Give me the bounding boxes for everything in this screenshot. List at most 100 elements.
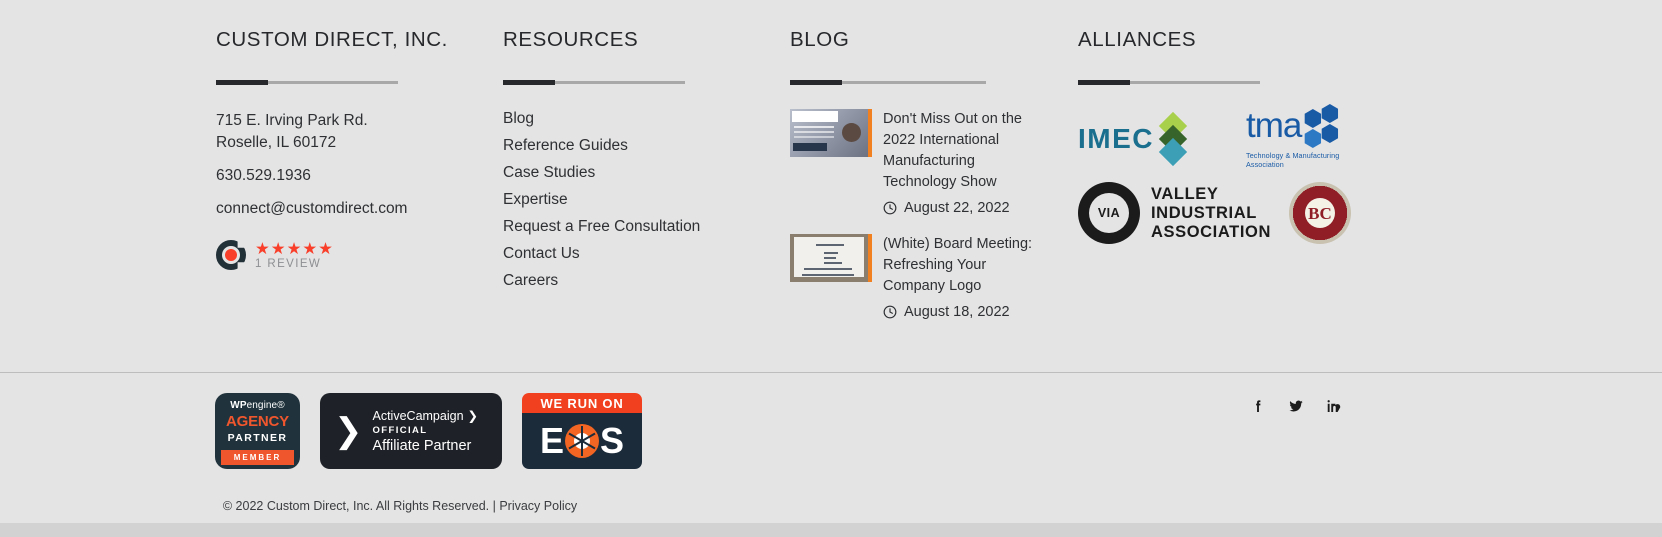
seal-monogram: BC	[1308, 204, 1332, 223]
address-line-2: Roselle, IL 60172	[216, 134, 337, 151]
activecampaign-text: ActiveCampaign ❯ OFFICIAL Affiliate Part…	[372, 408, 479, 455]
activecampaign-arrow-icon: ❯	[334, 412, 363, 450]
via-seal-text: VIA	[1097, 206, 1121, 220]
tma-logo-subtitle: Technology & Manufacturing Association	[1246, 151, 1340, 169]
blog-post-item[interactable]: (White) Board Meeting: Refreshing Your C…	[790, 234, 1050, 320]
eos-letter-e: E	[539, 420, 564, 461]
company-address-block: 715 E. Irving Park Rd. Roselle, IL 60172…	[216, 110, 466, 220]
activecampaign-official-label: OFFICIAL	[372, 425, 428, 436]
clutch-review-badge[interactable]: ★★★★★ 1 REVIEW	[216, 240, 466, 270]
resources-link-careers[interactable]: Careers	[503, 271, 763, 290]
thumbnail-bar	[793, 143, 827, 151]
via-seal: VIA	[1078, 182, 1140, 244]
blog-post-body: Don't Miss Out on the 2022 International…	[883, 109, 1033, 216]
blog-post-date-row: August 22, 2022	[883, 200, 1033, 216]
imec-logo[interactable]: IMEC	[1078, 111, 1188, 167]
wpengine-agency-label: AGENCY	[226, 413, 289, 430]
whiteboard-line	[824, 262, 842, 264]
via-gear	[1104, 234, 1113, 243]
tma-logo[interactable]: tma Technology & Manufacturing Associati…	[1246, 104, 1378, 169]
blog-post-title[interactable]: (White) Board Meeting: Refreshing Your C…	[883, 234, 1033, 297]
eos-wheel-icon	[565, 424, 599, 458]
footer-column-alliances: ALLIANCES IMEC tma Technology & Manufact…	[1078, 28, 1378, 249]
wpengine-agency-partner-badge[interactable]: WPengine® AGENCY PARTNER MEMBER	[215, 393, 300, 469]
activecampaign-chevron-icon: ❯	[467, 409, 478, 423]
company-email[interactable]: connect@customdirect.com	[216, 198, 466, 220]
heading-rule	[216, 80, 398, 85]
imec-diamond-mark	[1158, 111, 1188, 167]
tma-hexagon	[1304, 109, 1322, 128]
footer-column-company: CUSTOM DIRECT, INC. 715 E. Irving Park R…	[216, 28, 466, 270]
whiteboard-line	[824, 252, 838, 254]
resources-link-case-studies[interactable]: Case Studies	[503, 163, 763, 182]
blog-post-item[interactable]: Don't Miss Out on the 2022 International…	[790, 109, 1050, 216]
blog-post-list: Don't Miss Out on the 2022 International…	[790, 109, 1050, 320]
via-logo-text: VALLEY INDUSTRIAL ASSOCIATION	[1151, 185, 1271, 242]
copyright-text: © 2022 Custom Direct, Inc. All Rights Re…	[222, 499, 500, 513]
eos-logo-mark: E S	[522, 413, 642, 469]
linkedin-icon[interactable]	[1326, 398, 1342, 414]
alliances-heading: ALLIANCES	[1078, 28, 1197, 51]
alliance-logo-row: VIA VALLEY INDUSTRIAL ASSOCIATION BC	[1078, 177, 1378, 249]
via-gear	[1116, 231, 1125, 240]
bloomingdale-chamber-of-commerce-seal[interactable]: BC	[1288, 182, 1351, 244]
footer-bottom-strip	[0, 523, 1662, 537]
whiteboard-line	[816, 244, 844, 246]
via-gear	[1093, 231, 1102, 240]
wpengine-brand-bold: WP	[230, 400, 247, 411]
company-heading: CUSTOM DIRECT, INC.	[216, 28, 448, 51]
resources-link-blog[interactable]: Blog	[503, 109, 763, 128]
clock-icon	[883, 201, 897, 215]
heading-rule	[790, 80, 986, 85]
company-address: 715 E. Irving Park Rd. Roselle, IL 60172	[216, 110, 466, 154]
partner-badge-row: WPengine® AGENCY PARTNER MEMBER ❯ Active…	[215, 393, 642, 469]
social-links	[1250, 398, 1342, 414]
whiteboard-logo-thumbnail[interactable]	[790, 234, 872, 282]
valley-industrial-association-logo[interactable]: VIA VALLEY INDUSTRIAL ASSOCIATION	[1078, 182, 1271, 244]
privacy-policy-link[interactable]: Privacy Policy	[499, 499, 577, 513]
address-line-1: 715 E. Irving Park Rd.	[216, 112, 368, 129]
facebook-icon[interactable]	[1250, 398, 1266, 414]
heading-rule	[1078, 80, 1260, 85]
blog-heading: BLOG	[790, 28, 850, 51]
whiteboard-line	[824, 257, 836, 259]
resources-link-request-consultation[interactable]: Request a Free Consultation	[503, 217, 763, 236]
heading-rule	[503, 80, 685, 85]
twitter-icon[interactable]	[1288, 398, 1304, 414]
thumbnail-text-lines	[794, 126, 834, 128]
resources-link-reference-guides[interactable]: Reference Guides	[503, 136, 763, 155]
activecampaign-affiliate-partner-badge[interactable]: ❯ ActiveCampaign ❯ OFFICIAL Affiliate Pa…	[320, 393, 502, 469]
whiteboard-line	[804, 268, 852, 270]
review-info: ★★★★★ 1 REVIEW	[255, 239, 334, 270]
wpengine-brand: WPengine®	[230, 400, 284, 411]
resources-link-contact-us[interactable]: Contact Us	[503, 244, 763, 263]
resources-heading: RESOURCES	[503, 28, 639, 51]
star-rating: ★★★★★	[255, 239, 334, 258]
imts-2022-webinar-thumbnail[interactable]	[790, 109, 872, 157]
tma-hexagon-cluster	[1303, 104, 1349, 149]
we-run-on-eos-badge[interactable]: WE RUN ON E S	[522, 393, 642, 469]
via-text-line-3: ASSOCIATION	[1151, 222, 1271, 241]
eos-letter-s: S	[600, 420, 625, 461]
footer-column-blog: BLOG Don't Miss Out on the 2022 Internat…	[790, 28, 1050, 320]
blog-post-title[interactable]: Don't Miss Out on the 2022 International…	[883, 109, 1033, 193]
clutch-c-logo	[216, 240, 246, 270]
tma-hexagon	[1304, 129, 1322, 148]
company-phone[interactable]: 630.529.1936	[216, 165, 466, 187]
footer-bottom-bar: WPengine® AGENCY PARTNER MEMBER ❯ Active…	[0, 373, 1662, 537]
blog-post-date: August 22, 2022	[904, 200, 1010, 216]
copyright-line: © 2022 Custom Direct, Inc. All Rights Re…	[0, 499, 800, 513]
tma-hexagon	[1321, 104, 1339, 123]
via-text-line-1: VALLEY	[1151, 184, 1219, 203]
site-footer: CUSTOM DIRECT, INC. 715 E. Irving Park R…	[0, 0, 1662, 537]
review-count: 1 REVIEW	[255, 257, 322, 270]
tma-logo-mark: tma	[1246, 104, 1349, 149]
activecampaign-affiliate-label: Affiliate Partner	[372, 438, 472, 454]
resources-link-expertise[interactable]: Expertise	[503, 190, 763, 209]
thumbnail-portrait	[842, 123, 861, 142]
imec-logo-text: IMEC	[1078, 123, 1154, 154]
clutch-dot	[225, 249, 237, 261]
thumbnail-whiteboard	[794, 237, 864, 277]
whiteboard-line	[802, 274, 854, 276]
activecampaign-brand: ActiveCampaign ❯	[373, 408, 479, 424]
